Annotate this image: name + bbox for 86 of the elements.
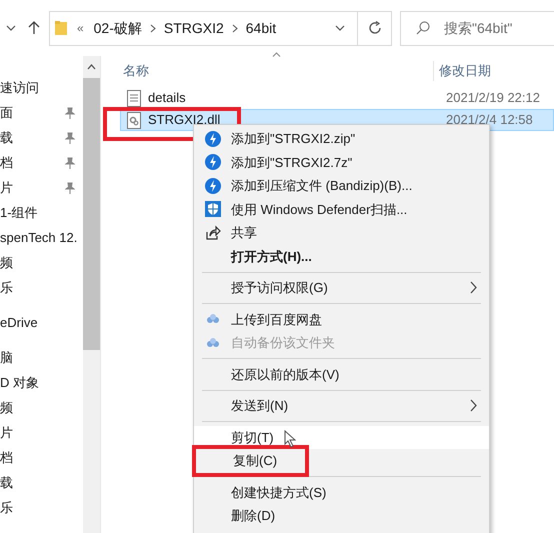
sort-caret-icon	[272, 52, 281, 57]
menu-item[interactable]: 剪切(T)	[194, 426, 489, 449]
menu-label: 创建快捷方式(S)	[231, 484, 326, 502]
shield-icon	[205, 201, 221, 218]
sidebar-item[interactable]: 档	[0, 152, 13, 172]
sidebar-item[interactable]: 1-组件	[0, 202, 38, 222]
sidebar-item[interactable]: 档	[0, 448, 13, 468]
pin-icon[interactable]	[65, 156, 75, 168]
cloud-icon	[206, 313, 220, 326]
lightning-icon	[205, 178, 221, 194]
menu-item[interactable]: 创建快捷方式(S)	[194, 480, 489, 504]
menu-label: 添加到压缩文件 (Bandizip)(B)...	[231, 177, 412, 195]
overflow-chevron[interactable]: «	[76, 19, 84, 37]
column-header[interactable]: 修改日期	[433, 61, 491, 81]
sidebar-item[interactable]: 速访问	[0, 78, 39, 98]
dropdown-icon[interactable]	[335, 24, 346, 32]
menu-item[interactable]: 添加到"STRGXI2.7z"	[194, 150, 489, 174]
menu-label: 剪切(T)	[231, 428, 274, 447]
search-field[interactable]: 搜索"64bit"	[444, 18, 554, 38]
chevron-down-icon[interactable]	[6, 24, 16, 32]
menu-label: 上传到百度网盘	[231, 310, 322, 328]
chevron-right-icon	[232, 24, 238, 32]
menu-label: 删除(D)	[231, 507, 276, 525]
menu-item[interactable]: 删除(D)	[194, 504, 489, 528]
modified-date: 2021/2/4 12:58	[446, 111, 533, 130]
modified-date: 2021/2/19 22:12	[446, 89, 540, 108]
search-icon	[416, 21, 430, 35]
sidebar-item[interactable]: 乐	[0, 498, 13, 518]
menu-label: 打开方式(H)...	[231, 248, 312, 266]
column-header[interactable]: 名称	[123, 61, 433, 81]
sidebar-item[interactable]: 频	[0, 252, 13, 272]
pin-icon[interactable]	[65, 182, 75, 194]
breadcrumb-item[interactable]: 64bit	[246, 18, 276, 38]
lightning-icon	[205, 154, 221, 170]
refresh-icon	[368, 21, 382, 35]
breadcrumb-item[interactable]: 02-破解	[94, 18, 142, 38]
menu-label: 发送到(N)	[231, 397, 288, 415]
sidebar-item[interactable]: 乐	[0, 278, 13, 298]
file-name: STRGXI2.dll	[148, 111, 222, 130]
lightning-icon	[205, 130, 221, 147]
scrollbar[interactable]	[83, 56, 100, 533]
search-box[interactable]: 搜索"64bit"	[400, 10, 554, 46]
sidebar-item[interactable]: D 对象	[0, 372, 39, 392]
scroll-up-icon[interactable]	[87, 64, 96, 70]
address-bar[interactable]: « 02-破解 STRGXI2 64bit	[48, 10, 358, 46]
folder-icon	[54, 21, 67, 35]
sidebar-item[interactable]: 片	[0, 178, 13, 198]
sidebar-item[interactable]: 脑	[0, 348, 13, 368]
menu-label: 还原以前的版本(V)	[231, 366, 340, 384]
scroll-thumb[interactable]	[83, 78, 100, 350]
menu-label: 共享	[231, 224, 257, 242]
document-icon	[127, 90, 141, 106]
menu-item[interactable]: 还原以前的版本(V)	[194, 362, 489, 386]
menu-item[interactable]: 共享	[194, 221, 489, 244]
menu-item[interactable]: 添加到压缩文件 (Bandizip)(B)...	[194, 174, 489, 198]
gear-file-icon	[127, 112, 141, 128]
mouse-pointer-icon	[284, 430, 296, 448]
breadcrumb-item[interactable]: STRGXI2	[164, 18, 224, 38]
menu-label: 自动备份该文件夹	[231, 334, 335, 352]
menu-label: 使用 Windows Defender扫描...	[231, 200, 408, 218]
menu-item[interactable]: 打开方式(H)...	[194, 244, 489, 268]
menu-label: 添加到"STRGXI2.7z"	[231, 154, 352, 172]
share-icon	[205, 224, 221, 241]
pin-icon[interactable]	[65, 106, 75, 118]
sidebar-item[interactable]: spenTech 12.	[0, 228, 78, 248]
chevron-right-icon	[150, 24, 156, 32]
file-name: details	[148, 89, 187, 108]
refresh-button[interactable]	[358, 10, 392, 46]
menu-label: 授予访问权限(G)	[231, 279, 328, 297]
menu-item[interactable]: 发送到(N)	[194, 394, 489, 418]
file-row[interactable]: details 2021/2/19 22:12	[120, 87, 554, 109]
pin-icon[interactable]	[65, 132, 75, 144]
menu-item[interactable]: 上传到百度网盘	[194, 308, 489, 331]
menu-item[interactable]: 授予访问权限(G)	[194, 276, 489, 300]
sidebar-item[interactable]: 载	[0, 472, 13, 492]
menu-label: 添加到"STRGXI2.zip"	[231, 130, 356, 148]
sidebar-item[interactable]: eDrive	[0, 312, 38, 332]
sidebar-item[interactable]: 片	[0, 422, 13, 442]
menu-item[interactable]: 复制(C)	[196, 449, 305, 472]
sidebar-item[interactable]: 频	[0, 398, 13, 418]
cloud-icon	[206, 336, 220, 349]
up-arrow-icon[interactable]	[28, 21, 40, 35]
menu-item[interactable]: 使用 Windows Defender扫描...	[194, 198, 489, 221]
sidebar-item[interactable]: 面	[0, 102, 13, 122]
sidebar-item[interactable]: 载	[0, 128, 13, 148]
menu-label: 复制(C)	[233, 452, 278, 470]
